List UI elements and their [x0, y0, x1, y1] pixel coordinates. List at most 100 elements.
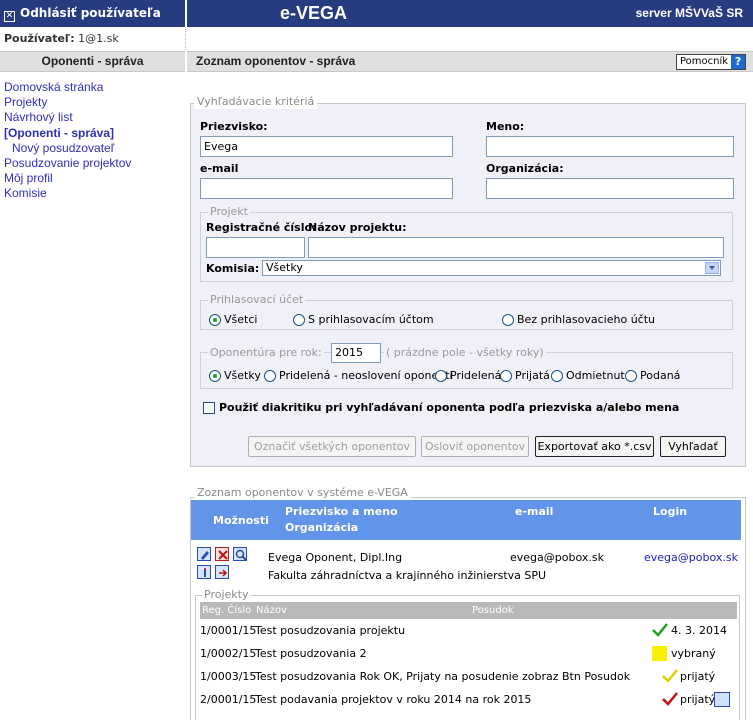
email-input[interactable] [200, 178, 453, 199]
checkbox-icon [203, 401, 215, 414]
export-csv-button[interactable]: Exportovať ako *.csv [535, 436, 654, 457]
commission-value: Všetky [266, 261, 303, 274]
col-name: Priezvisko a meno [285, 505, 398, 518]
project-name-input[interactable] [308, 237, 724, 258]
radio-off-icon [551, 369, 563, 382]
reg-number-input[interactable] [206, 237, 305, 258]
reg-number-label: Registračné číslo: [206, 221, 317, 234]
radio-label: Pridelená - neoslovení oponenti [279, 369, 453, 382]
radio-year-all[interactable]: Všetky [209, 369, 261, 382]
help-button[interactable]: Pomocník? [676, 54, 747, 70]
radio-submitted[interactable]: Podaná [625, 369, 680, 382]
project-reg: 2/0001/15 [200, 693, 257, 706]
review-date: 4. 3. 2014 [671, 624, 727, 637]
radio-accepted[interactable]: Prijatá [500, 369, 550, 382]
diacritics-checkbox[interactable]: Použiť diakritiku pri vyhľadávaní oponen… [203, 401, 679, 414]
radio-with-account[interactable]: S prihlasovacím účtom [293, 313, 434, 326]
server-label: server MŠVVaŠ SR [635, 6, 743, 20]
radio-label: S prihlasovacím účtom [308, 313, 434, 326]
selected-marker-icon [652, 646, 667, 661]
radio-assigned[interactable]: Pridelená [435, 369, 501, 382]
menu-item-home[interactable]: Domovská stránka [4, 80, 131, 95]
year-hint: ( prázdne pole - všetky roky) [384, 346, 546, 360]
user-label: Používateľ: [4, 32, 75, 45]
radio-label: Pridelená [450, 369, 502, 382]
app-title: e-VEGA [280, 3, 348, 23]
list-header: Možnosti Priezvisko a meno Organizácia e… [191, 500, 741, 540]
radio-label: Všetky [224, 369, 261, 382]
radio-off-icon [264, 369, 276, 382]
radio-label: Podaná [640, 369, 681, 382]
opponents-list-legend: Zoznam oponentov v systéme e-VEGA [194, 486, 411, 500]
radio-label: Bez prihlasovacieho účtu [517, 313, 655, 326]
surname-input[interactable]: Evega [200, 136, 453, 157]
login-account-legend: Prihlasovací účet [208, 293, 306, 307]
project-name: Test posudzovania 2 [255, 647, 367, 660]
opponent-login-link[interactable]: evega@pobox.sk [644, 551, 738, 564]
info-icon[interactable] [197, 565, 211, 579]
radio-label: Všetci [224, 313, 258, 326]
radio-rejected[interactable]: Odmietnutá [551, 369, 632, 382]
project-row: 1/0003/15 Test posudzovania Rok OK, Prij… [200, 668, 737, 686]
name-label: Meno: [486, 120, 525, 133]
project-reg: 1/0002/15 [200, 647, 257, 660]
chevron-down-icon [705, 262, 719, 274]
search-button[interactable]: Vyhľadať [660, 436, 726, 457]
projects-header: Reg. Číslo Názov Posudok [200, 602, 737, 619]
menu-item-opponents-admin[interactable]: [Oponenti - správa] [4, 126, 131, 141]
year-input[interactable]: 2015 [331, 343, 381, 363]
menu-item-new-reviewer[interactable]: Nový posudzovateľ [4, 141, 131, 156]
radio-off-icon [625, 369, 637, 382]
menu-item-my-profile[interactable]: Môj profil [4, 171, 131, 186]
radio-off-icon [502, 313, 514, 326]
edit-icon[interactable] [197, 547, 211, 561]
col-options: Možnosti [213, 514, 269, 527]
radio-label: Prijatá [515, 369, 550, 382]
project-row: 1/0002/15 Test posudzovania 2 vybraný [200, 645, 737, 663]
menu-item-commissions[interactable]: Komisie [4, 186, 131, 201]
radio-assigned-not-addressed[interactable]: Pridelená - neoslovení oponenti [264, 369, 453, 382]
radio-all-accounts[interactable]: Všetci [209, 313, 257, 326]
help-icon: ? [731, 55, 746, 69]
project-name: Test podavania projektov v roku 2014 na … [255, 693, 532, 706]
user-value: 1@1.sk [78, 32, 119, 45]
login-icon[interactable] [215, 565, 229, 579]
project-legend: Projekt [208, 205, 250, 219]
opponent-email: evega@pobox.sk [510, 551, 604, 564]
search-icon[interactable] [233, 547, 247, 561]
logout-button[interactable]: ✕ Odhlásiť používateľa [4, 0, 161, 27]
project-row: 1/0001/15 Test posudzovania projektu 4. … [200, 622, 737, 640]
email-label: e-mail [200, 162, 239, 175]
name-input[interactable] [486, 136, 734, 157]
project-name: Test posudzovania projektu [255, 624, 406, 637]
commission-select[interactable]: Všetky [262, 260, 721, 276]
menu-item-proposal[interactable]: Návrhový list [4, 110, 131, 125]
surname-label: Priezvisko: [200, 120, 268, 133]
check-red-icon[interactable] [662, 692, 678, 712]
col-organization: Organizácia [285, 521, 359, 534]
help-label: Pomocník [680, 56, 729, 67]
delete-icon[interactable] [215, 547, 229, 561]
menu-item-projects[interactable]: Projekty [4, 95, 131, 110]
mark-all-button[interactable]: Označiť všetkých oponentov [248, 436, 416, 457]
address-opponents-button[interactable]: Osloviť oponentov [421, 436, 529, 457]
check-green-icon[interactable] [652, 623, 668, 643]
radio-without-account[interactable]: Bez prihlasovacieho účtu [502, 313, 655, 326]
col-reg-number: Reg. Číslo [202, 605, 252, 616]
check-yellow-icon[interactable] [662, 669, 678, 689]
opponent-name: Evega Oponent, Dipl.Ing [268, 551, 403, 564]
year-legend: Oponentúra pre rok: [208, 346, 324, 360]
review-status: prijatý [680, 670, 716, 683]
col-review: Posudok [472, 605, 514, 616]
review-status: prijatý [680, 693, 716, 706]
menu-item-project-review[interactable]: Posudzovanie projektov [4, 156, 131, 171]
top-bar-divider [185, 0, 187, 27]
organization-label: Organizácia: [486, 162, 564, 175]
section-title-left: Oponenti - správa [41, 54, 144, 68]
radio-on-icon [209, 313, 221, 326]
review-document-icon[interactable] [714, 692, 730, 707]
organization-input[interactable] [486, 178, 734, 199]
logout-label: Odhlásiť používateľa [20, 6, 161, 20]
search-criteria-legend: Vyhľadávacie kritériá [194, 95, 318, 109]
diacritics-label: Použiť diakritiku pri vyhľadávaní oponen… [219, 401, 680, 414]
